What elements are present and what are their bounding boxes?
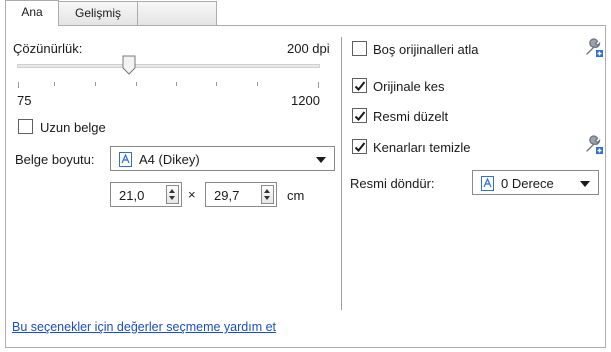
rotate-dropdown[interactable]: 0 Derece	[472, 170, 599, 195]
rotate-label: Resmi döndür:	[350, 176, 435, 191]
wrench-settings-icon[interactable]	[584, 37, 604, 62]
tab-empty[interactable]	[137, 1, 217, 25]
wrench-settings-icon[interactable]	[584, 134, 604, 159]
resolution-value: 200 dpi	[287, 41, 330, 56]
page-size-selected: A4 (Dikey)	[139, 152, 200, 167]
rotate-page-icon	[481, 176, 494, 194]
page-width-spinner[interactable]	[166, 185, 179, 204]
long-document-label: Uzun belge	[40, 120, 106, 135]
resolution-max-label: 1200	[291, 93, 320, 108]
page-height-input[interactable]: 29,7	[205, 182, 277, 207]
long-document-checkbox[interactable]	[18, 119, 33, 134]
main-panel: Çözünürlük: 200 dpi 75 1200 Uzun belge B…	[5, 25, 606, 348]
slider-tick	[318, 82, 319, 88]
vertical-divider	[341, 37, 342, 310]
resolution-label: Çözünürlük:	[13, 41, 83, 56]
page-height-spinner[interactable]	[261, 185, 274, 204]
page-width-input[interactable]: 21,0	[110, 182, 182, 207]
chevron-down-icon	[580, 181, 590, 187]
resolution-slider-thumb[interactable]	[122, 55, 136, 75]
straighten-label: Resmi düzelt	[373, 109, 449, 124]
page-height-value: 29,7	[214, 188, 240, 203]
skip-blank-checkbox[interactable]	[352, 41, 367, 56]
tab-strip: Ana Gelişmiş	[0, 0, 611, 26]
slider-tick	[136, 82, 137, 86]
crop-original-checkbox[interactable]	[352, 78, 367, 93]
page-size-icon	[119, 152, 132, 170]
times-sign: ×	[188, 187, 196, 202]
slider-tick	[257, 82, 258, 86]
resolution-slider-track[interactable]	[17, 64, 320, 68]
slider-tick	[95, 82, 96, 86]
slider-tick	[54, 82, 55, 86]
slider-tick	[176, 82, 177, 86]
page-width-value: 21,0	[119, 188, 145, 203]
tab-gelismis[interactable]: Gelişmiş	[58, 1, 138, 25]
page-size-dropdown[interactable]: A4 (Dikey)	[110, 146, 335, 171]
edge-clean-label: Kenarları temizle	[373, 140, 471, 155]
help-link[interactable]: Bu seçenekler için değerler seçmeme yard…	[12, 320, 276, 334]
crop-original-label: Orijinale kes	[373, 79, 445, 94]
rotate-selected: 0 Derece	[501, 176, 554, 191]
page-size-label: Belge boyutu:	[15, 152, 95, 167]
spin-down-icon[interactable]	[169, 196, 175, 200]
resolution-min-label: 75	[17, 93, 32, 108]
unit-label: cm	[287, 188, 305, 203]
tab-ana[interactable]: Ana	[5, 0, 59, 26]
slider-tick	[216, 82, 217, 86]
skip-blank-label: Boş orijinalleri atla	[373, 42, 479, 57]
spin-up-icon[interactable]	[264, 189, 270, 193]
chevron-down-icon	[316, 157, 326, 163]
spin-down-icon[interactable]	[264, 196, 270, 200]
edge-clean-checkbox[interactable]	[352, 139, 367, 154]
straighten-checkbox[interactable]	[352, 108, 367, 123]
spin-up-icon[interactable]	[169, 189, 175, 193]
slider-tick	[18, 82, 19, 88]
